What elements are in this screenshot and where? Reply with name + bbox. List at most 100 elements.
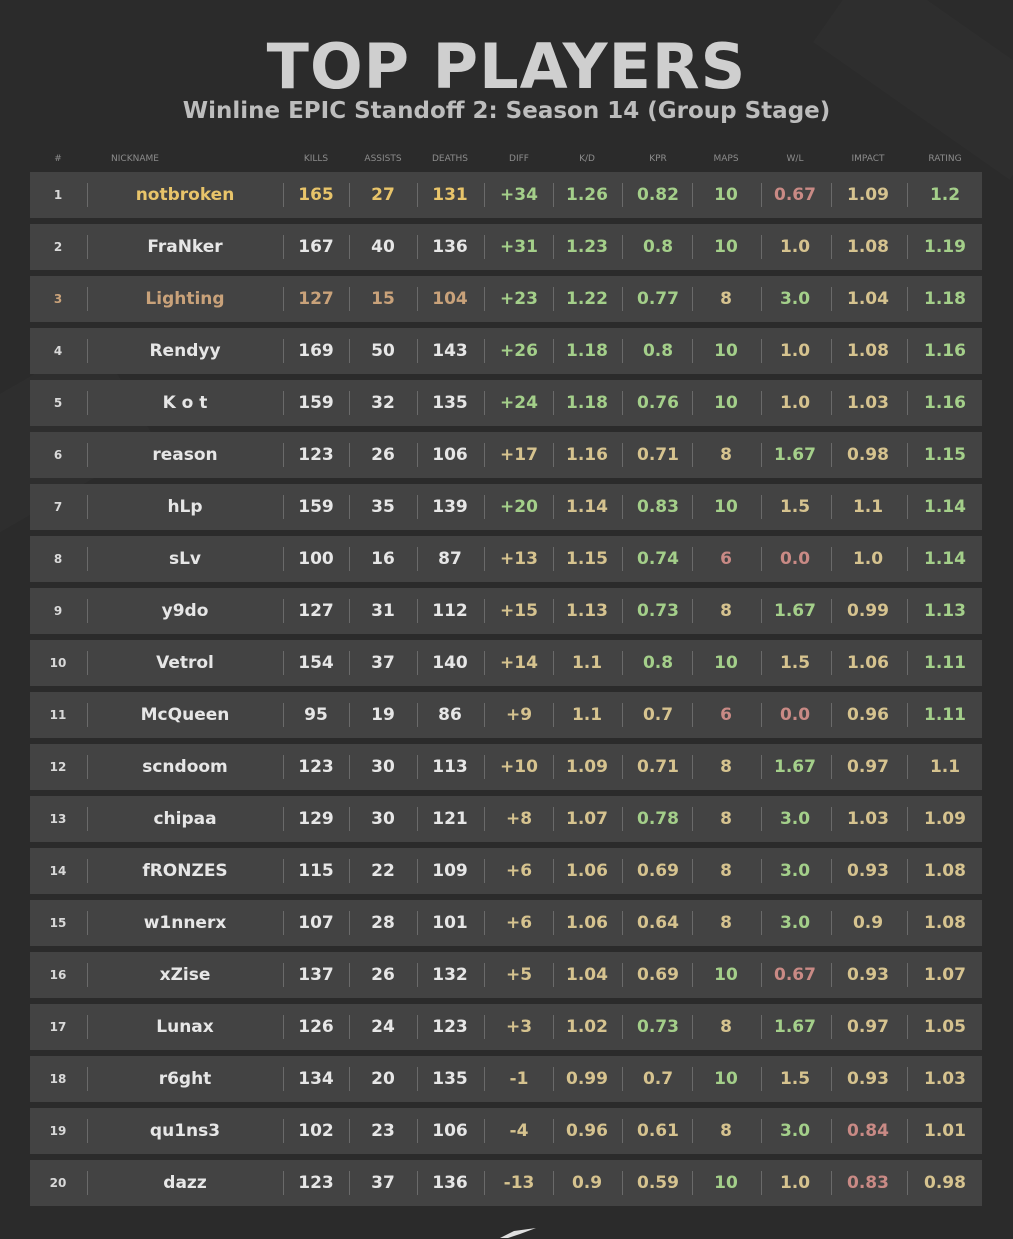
cell-wl: 1.67: [774, 1017, 816, 1037]
column-divider: [349, 339, 350, 363]
cell-maps: 10: [714, 237, 738, 257]
table-row: 5 K o t 159 32 135 +24 1.18 0.76 10 1.0 1.03 1.16: [30, 380, 982, 426]
column-divider: [553, 235, 554, 259]
column-divider: [349, 1015, 350, 1039]
table-row: 1 notbroken 165 27 131 +34 1.26 0.82 10 0.67 1.09 1…: [30, 172, 982, 218]
column-divider: [622, 339, 623, 363]
cell-nickname: hLp: [167, 497, 203, 517]
table-row: 9 y9do 127 31 112 +15 1.13 0.73 8 1.67 0.99 1.13: [30, 588, 982, 634]
cell-kd: 1.16: [566, 445, 608, 465]
column-divider: [349, 235, 350, 259]
cell-impact: 0.9: [852, 913, 884, 933]
cell-diff: -1: [509, 1069, 529, 1089]
column-divider: [553, 651, 554, 675]
cell-nickname: Lighting: [145, 289, 225, 309]
cell-deaths: 143: [432, 341, 468, 361]
cell-assists: 32: [371, 393, 395, 413]
cell-wl: 1.0: [779, 341, 811, 361]
cell-rating: 1.18: [924, 289, 966, 309]
column-divider: [761, 807, 762, 831]
cell-assists: 15: [371, 289, 395, 309]
cell-kpr: 0.8: [642, 237, 674, 257]
cell-assists: 37: [371, 1173, 395, 1193]
column-divider: [417, 391, 418, 415]
column-divider: [622, 391, 623, 415]
cell-maps: 8: [720, 1017, 732, 1037]
column-divider: [553, 963, 554, 987]
cell-diff: +13: [500, 549, 538, 569]
cell-impact: 0.99: [847, 601, 889, 621]
column-divider: [283, 495, 284, 519]
column-divider: [349, 911, 350, 935]
column-divider: [349, 443, 350, 467]
cell-maps: 6: [720, 549, 732, 569]
logo-mark-icon: [500, 1228, 536, 1238]
column-divider: [761, 963, 762, 987]
cell-kpr: 0.7: [642, 705, 674, 725]
column-divider: [831, 183, 832, 207]
column-divider: [484, 1067, 485, 1091]
cell-nickname: reason: [152, 445, 218, 465]
column-divider: [553, 443, 554, 467]
column-divider: [831, 391, 832, 415]
column-header-nickname: NICKNAME: [111, 154, 159, 164]
cell-kd: 1.23: [566, 237, 608, 257]
cell-assists: 35: [371, 497, 395, 517]
column-divider: [907, 1171, 908, 1195]
cell-deaths: 123: [432, 1017, 468, 1037]
column-divider: [692, 443, 693, 467]
cell-kills: 95: [304, 705, 328, 725]
column-divider: [484, 495, 485, 519]
cell-wl: 1.0: [779, 1173, 811, 1193]
cell-kills: 123: [298, 757, 334, 777]
column-divider: [622, 859, 623, 883]
cell-impact: 1.04: [847, 289, 889, 309]
column-divider: [283, 859, 284, 883]
cell-nickname: r6ght: [158, 1069, 212, 1089]
column-divider: [349, 703, 350, 727]
cell-assists: 20: [371, 1069, 395, 1089]
table-row: 19 qu1ns3 102 23 106 -4 0.96 0.61 8 3.0 0.84 1.01: [30, 1108, 982, 1154]
column-divider: [87, 807, 88, 831]
cell-rank: 2: [53, 240, 63, 254]
cell-rating: 1.14: [924, 497, 966, 517]
cell-kpr: 0.73: [637, 1017, 679, 1037]
column-divider: [622, 963, 623, 987]
cell-assists: 19: [371, 705, 395, 725]
cell-deaths: 104: [432, 289, 468, 309]
column-divider: [692, 495, 693, 519]
column-divider: [553, 287, 554, 311]
cell-rating: 1.16: [924, 341, 966, 361]
column-divider: [283, 963, 284, 987]
cell-kpr: 0.83: [637, 497, 679, 517]
cell-rating: 1.11: [924, 705, 966, 725]
column-divider: [761, 1015, 762, 1039]
cell-nickname: chipaa: [153, 809, 217, 829]
column-divider: [417, 755, 418, 779]
column-divider: [622, 1119, 623, 1143]
column-divider: [692, 1015, 693, 1039]
column-divider: [761, 287, 762, 311]
cell-kd: 1.18: [566, 341, 608, 361]
cell-maps: 10: [714, 1173, 738, 1193]
column-divider: [417, 1015, 418, 1039]
cell-maps: 10: [714, 653, 738, 673]
cell-kpr: 0.7: [642, 1069, 674, 1089]
column-divider: [907, 599, 908, 623]
cell-kills: 100: [298, 549, 334, 569]
column-divider: [622, 495, 623, 519]
table-row: 4 Rendyy 169 50 143 +26 1.18 0.8 10 1.0 1.08 1.16: [30, 328, 982, 374]
column-divider: [907, 339, 908, 363]
cell-rank: 5: [53, 396, 63, 410]
column-divider: [907, 859, 908, 883]
cell-rating: 1.13: [924, 601, 966, 621]
column-divider: [831, 755, 832, 779]
column-divider: [907, 1067, 908, 1091]
column-divider: [283, 807, 284, 831]
cell-kpr: 0.78: [637, 809, 679, 829]
cell-nickname: sLv: [168, 549, 202, 569]
cell-wl: 0.67: [774, 185, 816, 205]
table-row: 17 Lunax 126 24 123 +3 1.02 0.73 8 1.67 0.97 1.05: [30, 1004, 982, 1050]
cell-assists: 22: [371, 861, 395, 881]
cell-kills: 137: [298, 965, 334, 985]
